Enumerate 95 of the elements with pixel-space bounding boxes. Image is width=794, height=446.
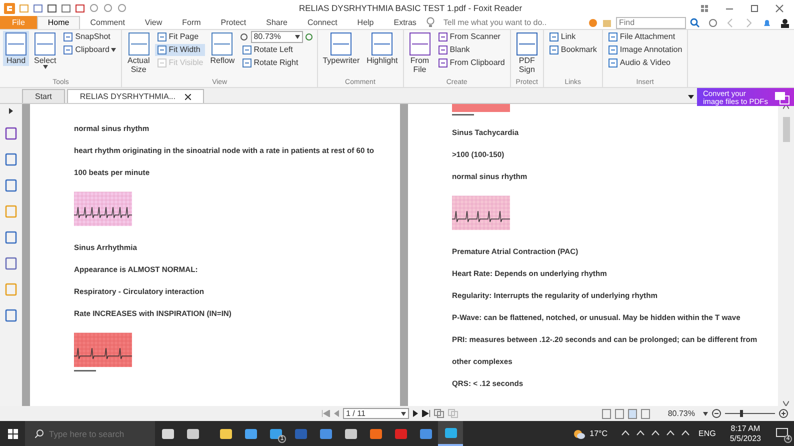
zoom-out-icon[interactable] — [712, 409, 721, 418]
grid-icon[interactable] — [700, 4, 709, 12]
two-page-continuous-icon[interactable] — [640, 408, 650, 418]
last-page-icon[interactable] — [422, 410, 430, 417]
ribbon-button[interactable]: Fit Page — [154, 31, 206, 43]
ribbon-tab[interactable]: Comment — [80, 16, 135, 29]
weather-temperature: 17°C — [590, 428, 608, 440]
ribbon-button[interactable]: Reflow — [208, 31, 237, 66]
app-icon — [294, 426, 308, 440]
ribbon-button[interactable]: From Scanner — [436, 31, 507, 43]
ribbon-button[interactable]: Actual Size — [125, 31, 152, 75]
app-icon — [368, 426, 382, 440]
scroll-up-icon[interactable] — [783, 104, 789, 109]
ribbon-button[interactable]: SnapShot — [61, 31, 118, 43]
chevron-up-icon[interactable] — [620, 429, 630, 438]
window-icon[interactable] — [61, 3, 71, 13]
ribbon-button[interactable]: Image Annotation — [606, 44, 684, 56]
windows-icon — [8, 428, 18, 438]
app-icon — [186, 426, 200, 440]
taskbar-search-field[interactable]: Type here to search — [25, 421, 155, 446]
ribbon-tab[interactable]: Help — [347, 16, 384, 29]
ribbon-tab[interactable]: Connect — [298, 16, 348, 29]
app-icon — [318, 426, 332, 440]
app-icon — [444, 426, 458, 440]
ribbon-button[interactable]: Blank — [436, 44, 507, 56]
document-tab[interactable]: RELIAS DYSRHYTHMIA... — [66, 89, 204, 103]
ribbon-button[interactable]: Bookmark — [546, 44, 599, 56]
expand-arrow-icon[interactable] — [9, 108, 13, 114]
app-icon — [268, 426, 282, 440]
continuous-icon[interactable] — [614, 408, 624, 418]
page-number-field[interactable]: 1 / 11 — [343, 408, 409, 419]
close-icon[interactable] — [775, 4, 784, 12]
zoom-in-icon[interactable] — [304, 32, 314, 42]
ribbon-tab[interactable]: Share — [256, 16, 298, 29]
scrollbar-thumb[interactable] — [782, 117, 790, 142]
lightbulb-icon — [426, 17, 436, 28]
window-title: RELIAS DYSRHYTHMIA BASIC TEST 1.pdf - Foxit Reader — [298, 2, 524, 14]
single-page-icon[interactable] — [602, 408, 611, 418]
app-icon — [160, 426, 174, 440]
app-icon — [344, 426, 358, 440]
first-page-icon[interactable] — [322, 410, 330, 417]
ribbon-tab[interactable]: Home — [36, 16, 80, 29]
ribbon-button[interactable]: Clipboard — [61, 44, 118, 56]
ribbon-tab[interactable]: View — [134, 16, 172, 29]
next-page-icon[interactable] — [413, 410, 418, 417]
clock-date[interactable]: 5/5/2023 — [730, 434, 761, 444]
ribbon-button[interactable]: PDF Sign — [514, 31, 540, 75]
zoom-out-icon[interactable] — [240, 32, 249, 42]
ribbon-tab[interactable]: Form — [172, 16, 211, 29]
language-indicator[interactable]: ENG — [698, 428, 716, 440]
ribbon-button[interactable]: Rotate Left — [240, 44, 314, 56]
tell-me-field[interactable]: Tell me what you want to do.. — [441, 16, 582, 29]
user-icon[interactable] — [780, 18, 790, 28]
maximize-icon[interactable] — [750, 4, 759, 12]
ribbon-button[interactable]: From File — [406, 31, 433, 75]
ecg-strip-image — [452, 104, 510, 118]
ribbon-button[interactable]: Rotate Right — [240, 57, 314, 69]
clock-time[interactable]: 8:17 AM — [730, 424, 761, 434]
two-page-icon[interactable] — [628, 408, 637, 418]
ribbon-tab[interactable]: Protect — [210, 16, 256, 29]
caret-icon — [703, 412, 708, 416]
search-icon[interactable] — [690, 18, 700, 28]
message-icon — [776, 428, 788, 439]
weather-icon[interactable] — [572, 428, 586, 440]
document-tab[interactable]: Start — [22, 89, 65, 103]
ribbon-button[interactable]: File Attachment — [606, 31, 684, 43]
ribbon-button[interactable]: Highlight — [364, 31, 400, 66]
ribbon-button[interactable]: From Clipboard — [436, 57, 507, 69]
caret-icon — [401, 412, 406, 416]
app-icon — [394, 426, 408, 440]
search-icon — [35, 429, 44, 438]
scroll-down-icon[interactable] — [783, 401, 789, 406]
app-icon — [218, 426, 232, 440]
zoom-percentage: 80.73% — [668, 408, 695, 420]
image-icon — [774, 90, 790, 104]
ribbon-tab[interactable]: Extras — [384, 16, 426, 29]
ribbon-button[interactable]: Select — [32, 31, 58, 70]
ribbon-button[interactable]: Fit Width — [154, 44, 206, 56]
zoom-slider-thumb[interactable] — [740, 410, 743, 417]
app-icon — [244, 426, 258, 440]
ribbon-button[interactable]: Typewriter — [320, 31, 362, 66]
caret-icon — [294, 35, 300, 39]
ribbon-button[interactable]: Link — [546, 31, 599, 43]
zoom-in-icon[interactable] — [779, 409, 788, 418]
previous-page-icon[interactable] — [334, 410, 339, 417]
close-icon[interactable] — [185, 94, 192, 100]
ribbon-button[interactable]: Audio & Video — [606, 57, 684, 69]
ribbon-button[interactable]: Hand — [3, 31, 29, 66]
bell-icon[interactable] — [762, 18, 772, 28]
taskbar-app-button[interactable] — [438, 421, 463, 446]
app-logo-icon — [4, 2, 15, 14]
app-icon — [418, 426, 432, 440]
zoom-combo[interactable]: 80.73% — [250, 31, 303, 43]
dropdown-icon[interactable] — [688, 95, 694, 99]
find-field[interactable]: Find — [616, 16, 686, 28]
